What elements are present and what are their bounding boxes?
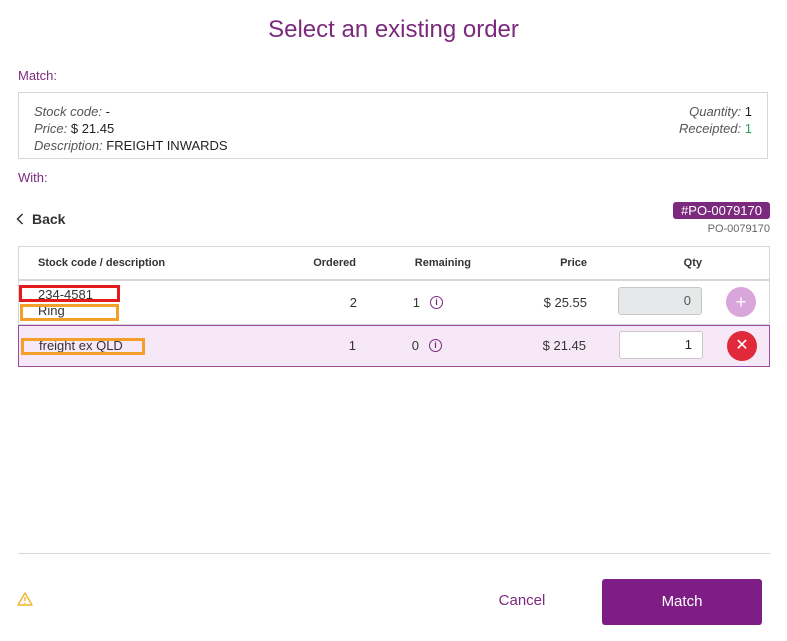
match-summary-left: Stock code: - Price: $ 21.45 Description… xyxy=(34,103,228,154)
cancel-button[interactable]: Cancel xyxy=(487,592,557,609)
qty-input[interactable]: 0 xyxy=(618,287,702,315)
info-icon[interactable]: i xyxy=(430,296,443,309)
match-summary-right: Quantity: 1 Receipted: 1 xyxy=(679,103,752,137)
order-lines-table: Stock code / description Ordered Remaini… xyxy=(18,246,770,367)
back-label: Back xyxy=(32,211,66,227)
match-button[interactable]: Match xyxy=(602,579,762,625)
po-number-subtitle: PO-0079170 xyxy=(707,223,770,235)
header-ordered: Ordered xyxy=(313,257,356,269)
info-icon[interactable]: i xyxy=(429,339,442,352)
footer-divider xyxy=(18,553,770,554)
header-qty: Qty xyxy=(683,257,702,269)
warning-icon xyxy=(17,592,33,611)
plus-icon: + xyxy=(735,292,747,312)
quantity-label: Quantity: xyxy=(689,104,742,119)
table-row-selected[interactable]: freight ex QLD 1 0 i $ 21.45 1 ✕ xyxy=(18,325,770,367)
row-price: $ 21.45 xyxy=(542,338,586,353)
chevron-left-icon xyxy=(16,213,24,225)
receipted-value: 1 xyxy=(744,121,752,136)
quantity-value: 1 xyxy=(744,104,752,119)
row-remaining: 1 xyxy=(412,295,420,310)
row-ordered: 2 xyxy=(349,295,357,310)
header-price: Price xyxy=(560,257,587,269)
qty-input[interactable]: 1 xyxy=(619,331,703,359)
add-line-button[interactable]: + xyxy=(726,287,756,317)
stock-code-value: - xyxy=(105,104,110,119)
row-remaining-cell: 0 i xyxy=(412,338,442,353)
remove-line-button[interactable]: ✕ xyxy=(727,331,757,361)
back-button[interactable]: Back xyxy=(16,211,65,227)
description-label: Description: xyxy=(34,138,103,153)
highlight-box-orange xyxy=(20,304,119,321)
header-stock-code: Stock code / description xyxy=(38,257,166,269)
price-label: Price: xyxy=(34,121,68,136)
description-value: FREIGHT INWARDS xyxy=(106,138,228,153)
header-remaining: Remaining xyxy=(414,257,471,269)
highlight-box-red xyxy=(19,285,120,302)
highlight-box-orange xyxy=(21,338,145,355)
match-label: Match: xyxy=(18,68,58,83)
close-icon: ✕ xyxy=(735,337,749,354)
row-ordered: 1 xyxy=(348,338,356,353)
match-summary-box: Stock code: - Price: $ 21.45 Description… xyxy=(18,92,768,159)
price-value: $ 21.45 xyxy=(70,121,115,136)
table-header: Stock code / description Ordered Remaini… xyxy=(19,247,769,281)
stock-code-label: Stock code: xyxy=(34,104,102,119)
dialog-title: Select an existing order xyxy=(268,16,519,43)
row-remaining-cell: 1 i xyxy=(413,295,443,310)
receipted-label: Receipted: xyxy=(678,121,742,136)
row-remaining: 0 xyxy=(411,338,419,353)
table-row[interactable]: 234-4581 Ring 2 1 i $ 25.55 0 + xyxy=(19,281,769,325)
with-label: With: xyxy=(18,170,48,185)
row-price: $ 25.55 xyxy=(543,295,587,310)
po-number-badge: #PO-0079170 xyxy=(673,202,770,219)
